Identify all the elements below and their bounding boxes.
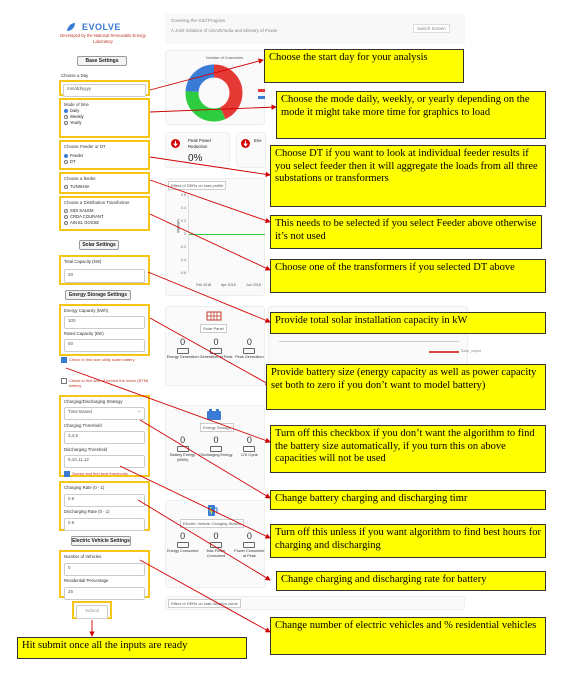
callout-ev: Change number of electric vehicles and %… (270, 617, 546, 655)
callout-dt: Choose DT if you want to look at individ… (270, 145, 546, 207)
arrow-dt (149, 156, 271, 178)
callout-feeder: This needs to be selected if you select … (270, 215, 542, 249)
callout-transformer: Choose one of the transformers if you se… (270, 259, 546, 293)
arrow-start-day (149, 58, 264, 91)
arrow-feeder (149, 179, 271, 224)
callout-start-day: Choose the start day for your analysis (264, 49, 464, 83)
arrow-ev (139, 559, 271, 633)
callout-solar: Provide total solar installation capacit… (270, 312, 546, 334)
callout-checkbox: Turn off this checkbox if you don’t want… (270, 425, 546, 473)
callout-battery: Provide battery size (energy capacity as… (266, 364, 546, 410)
arrow-checkbox (65, 367, 271, 444)
arrow-best-hours (119, 465, 271, 539)
callout-mode: Choose the mode daily, weekly, or yearly… (276, 91, 546, 139)
arrow-mode (149, 104, 277, 113)
callout-rate: Change charging and discharging rate for… (276, 571, 546, 591)
arrow-battery (149, 317, 271, 386)
callout-submit: Hit submit once all the inputs are ready (17, 637, 247, 659)
arrow-charging-time (139, 419, 271, 499)
arrow-solar (147, 271, 271, 323)
callout-best-hours: Turn off this unless if you want algorit… (270, 524, 546, 558)
arrow-transformer (149, 213, 271, 271)
callout-charging-time: Change battery charging and discharging … (270, 490, 546, 510)
arrow-rate (137, 499, 271, 581)
